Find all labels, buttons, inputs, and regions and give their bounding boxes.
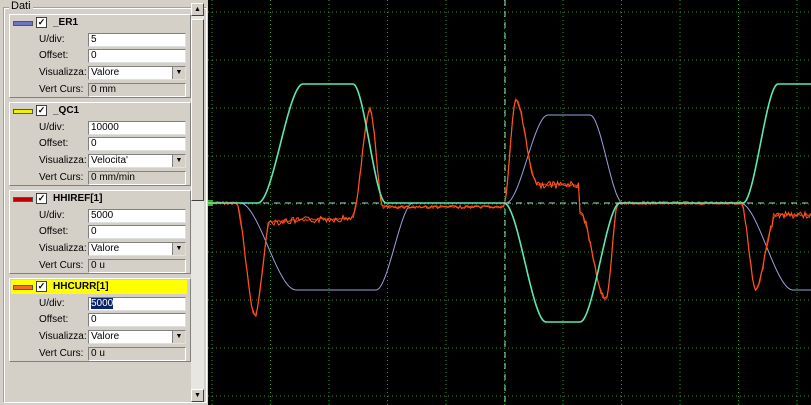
udiv-input[interactable]: 10000 — [88, 121, 186, 135]
chevron-down-icon[interactable]: ▼ — [172, 67, 185, 79]
channel-enable-checkbox[interactable]: ✓ — [36, 105, 47, 116]
offset-input[interactable]: 0 — [88, 313, 186, 327]
channel-name: _ER1 — [53, 17, 79, 28]
channel-hhiref: ✓ HHIREF[1] U/div: 5000 Offset: 0 Visual… — [9, 190, 191, 274]
channel-qc1: ✓ _QC1 U/div: 10000 Offset: 0 Visualizza… — [9, 102, 191, 186]
visualizza-label: Visualizza: — [39, 67, 87, 78]
scope-canvas[interactable] — [208, 0, 811, 405]
scrollbar-thumb[interactable] — [191, 19, 204, 201]
vert-curs-value: 0 u — [88, 259, 186, 273]
offset-input[interactable]: 0 — [88, 137, 186, 151]
oscilloscope-plot[interactable] — [208, 0, 811, 405]
offset-label: Offset: — [39, 138, 69, 149]
channel-header[interactable]: ✓ _QC1 — [11, 104, 187, 118]
udiv-label: U/div: — [39, 298, 65, 309]
channel-color-swatch — [13, 21, 33, 26]
udiv-label: U/div: — [39, 210, 65, 221]
visualizza-label: Visualizza: — [39, 243, 87, 254]
vert-curs-label: Vert Curs: — [39, 260, 84, 271]
chevron-down-icon[interactable]: ▼ — [172, 331, 185, 343]
vert-curs-label: Vert Curs: — [39, 84, 84, 95]
visualizza-select[interactable]: Valore ▼ — [88, 66, 186, 80]
channel-scrollbar[interactable]: ▲ ▼ — [191, 3, 204, 402]
channel-color-swatch — [13, 197, 33, 202]
channel-enable-checkbox[interactable]: ✓ — [36, 193, 47, 204]
offset-input[interactable]: 0 — [88, 49, 186, 63]
channel-color-swatch — [13, 109, 33, 114]
udiv-input[interactable]: 5 — [88, 33, 186, 47]
channel-header[interactable]: ✓ HHIREF[1] — [11, 192, 187, 206]
channel-color-swatch — [13, 285, 33, 290]
data-panel: Dati ✓ _ER1 U/div: 5 Offset: 0 Visualizz… — [0, 0, 208, 405]
offset-label: Offset: — [39, 50, 69, 61]
vert-curs-value: 0 mm/min — [88, 171, 186, 185]
dati-group-title: Dati — [9, 0, 33, 13]
visualizza-label: Visualizza: — [39, 155, 87, 166]
channel-list: ✓ _ER1 U/div: 5 Offset: 0 Visualizza: Va… — [9, 14, 191, 400]
channel-header[interactable]: ✓ HHCURR[1] — [11, 280, 187, 294]
channel-header[interactable]: ✓ _ER1 — [11, 16, 187, 30]
channel-name: HHIREF[1] — [53, 193, 103, 204]
offset-input[interactable]: 0 — [88, 225, 186, 239]
offset-label: Offset: — [39, 226, 69, 237]
channel-enable-checkbox[interactable]: ✓ — [36, 281, 47, 292]
visualizza-select[interactable]: Velocita' ▼ — [88, 154, 186, 168]
channel-hhcurr: ✓ HHCURR[1] U/div: 5000 Offset: 0 Visual… — [9, 278, 191, 362]
visualizza-select[interactable]: Valore ▼ — [88, 330, 186, 344]
channel-name: _QC1 — [53, 105, 80, 116]
channel-enable-checkbox[interactable]: ✓ — [36, 17, 47, 28]
trace-hhiref-reference — [208, 97, 811, 316]
udiv-input[interactable]: 5000 — [88, 297, 186, 311]
visualizza-select[interactable]: Valore ▼ — [88, 242, 186, 256]
visualizza-label: Visualizza: — [39, 331, 87, 342]
chevron-down-icon[interactable]: ▼ — [172, 155, 185, 167]
vert-curs-label: Vert Curs: — [39, 172, 84, 183]
channel-name: HHCURR[1] — [53, 281, 109, 292]
vert-curs-value: 0 mm — [88, 83, 186, 97]
udiv-label: U/div: — [39, 122, 65, 133]
udiv-input[interactable]: 5000 — [88, 209, 186, 223]
vert-curs-label: Vert Curs: — [39, 348, 84, 359]
scroll-up-icon[interactable]: ▲ — [191, 3, 204, 16]
udiv-label: U/div: — [39, 34, 65, 45]
vert-curs-value: 0 u — [88, 347, 186, 361]
scroll-down-icon[interactable]: ▼ — [191, 389, 204, 402]
offset-label: Offset: — [39, 314, 69, 325]
channel-er1: ✓ _ER1 U/div: 5 Offset: 0 Visualizza: Va… — [9, 14, 191, 98]
chevron-down-icon[interactable]: ▼ — [172, 243, 185, 255]
